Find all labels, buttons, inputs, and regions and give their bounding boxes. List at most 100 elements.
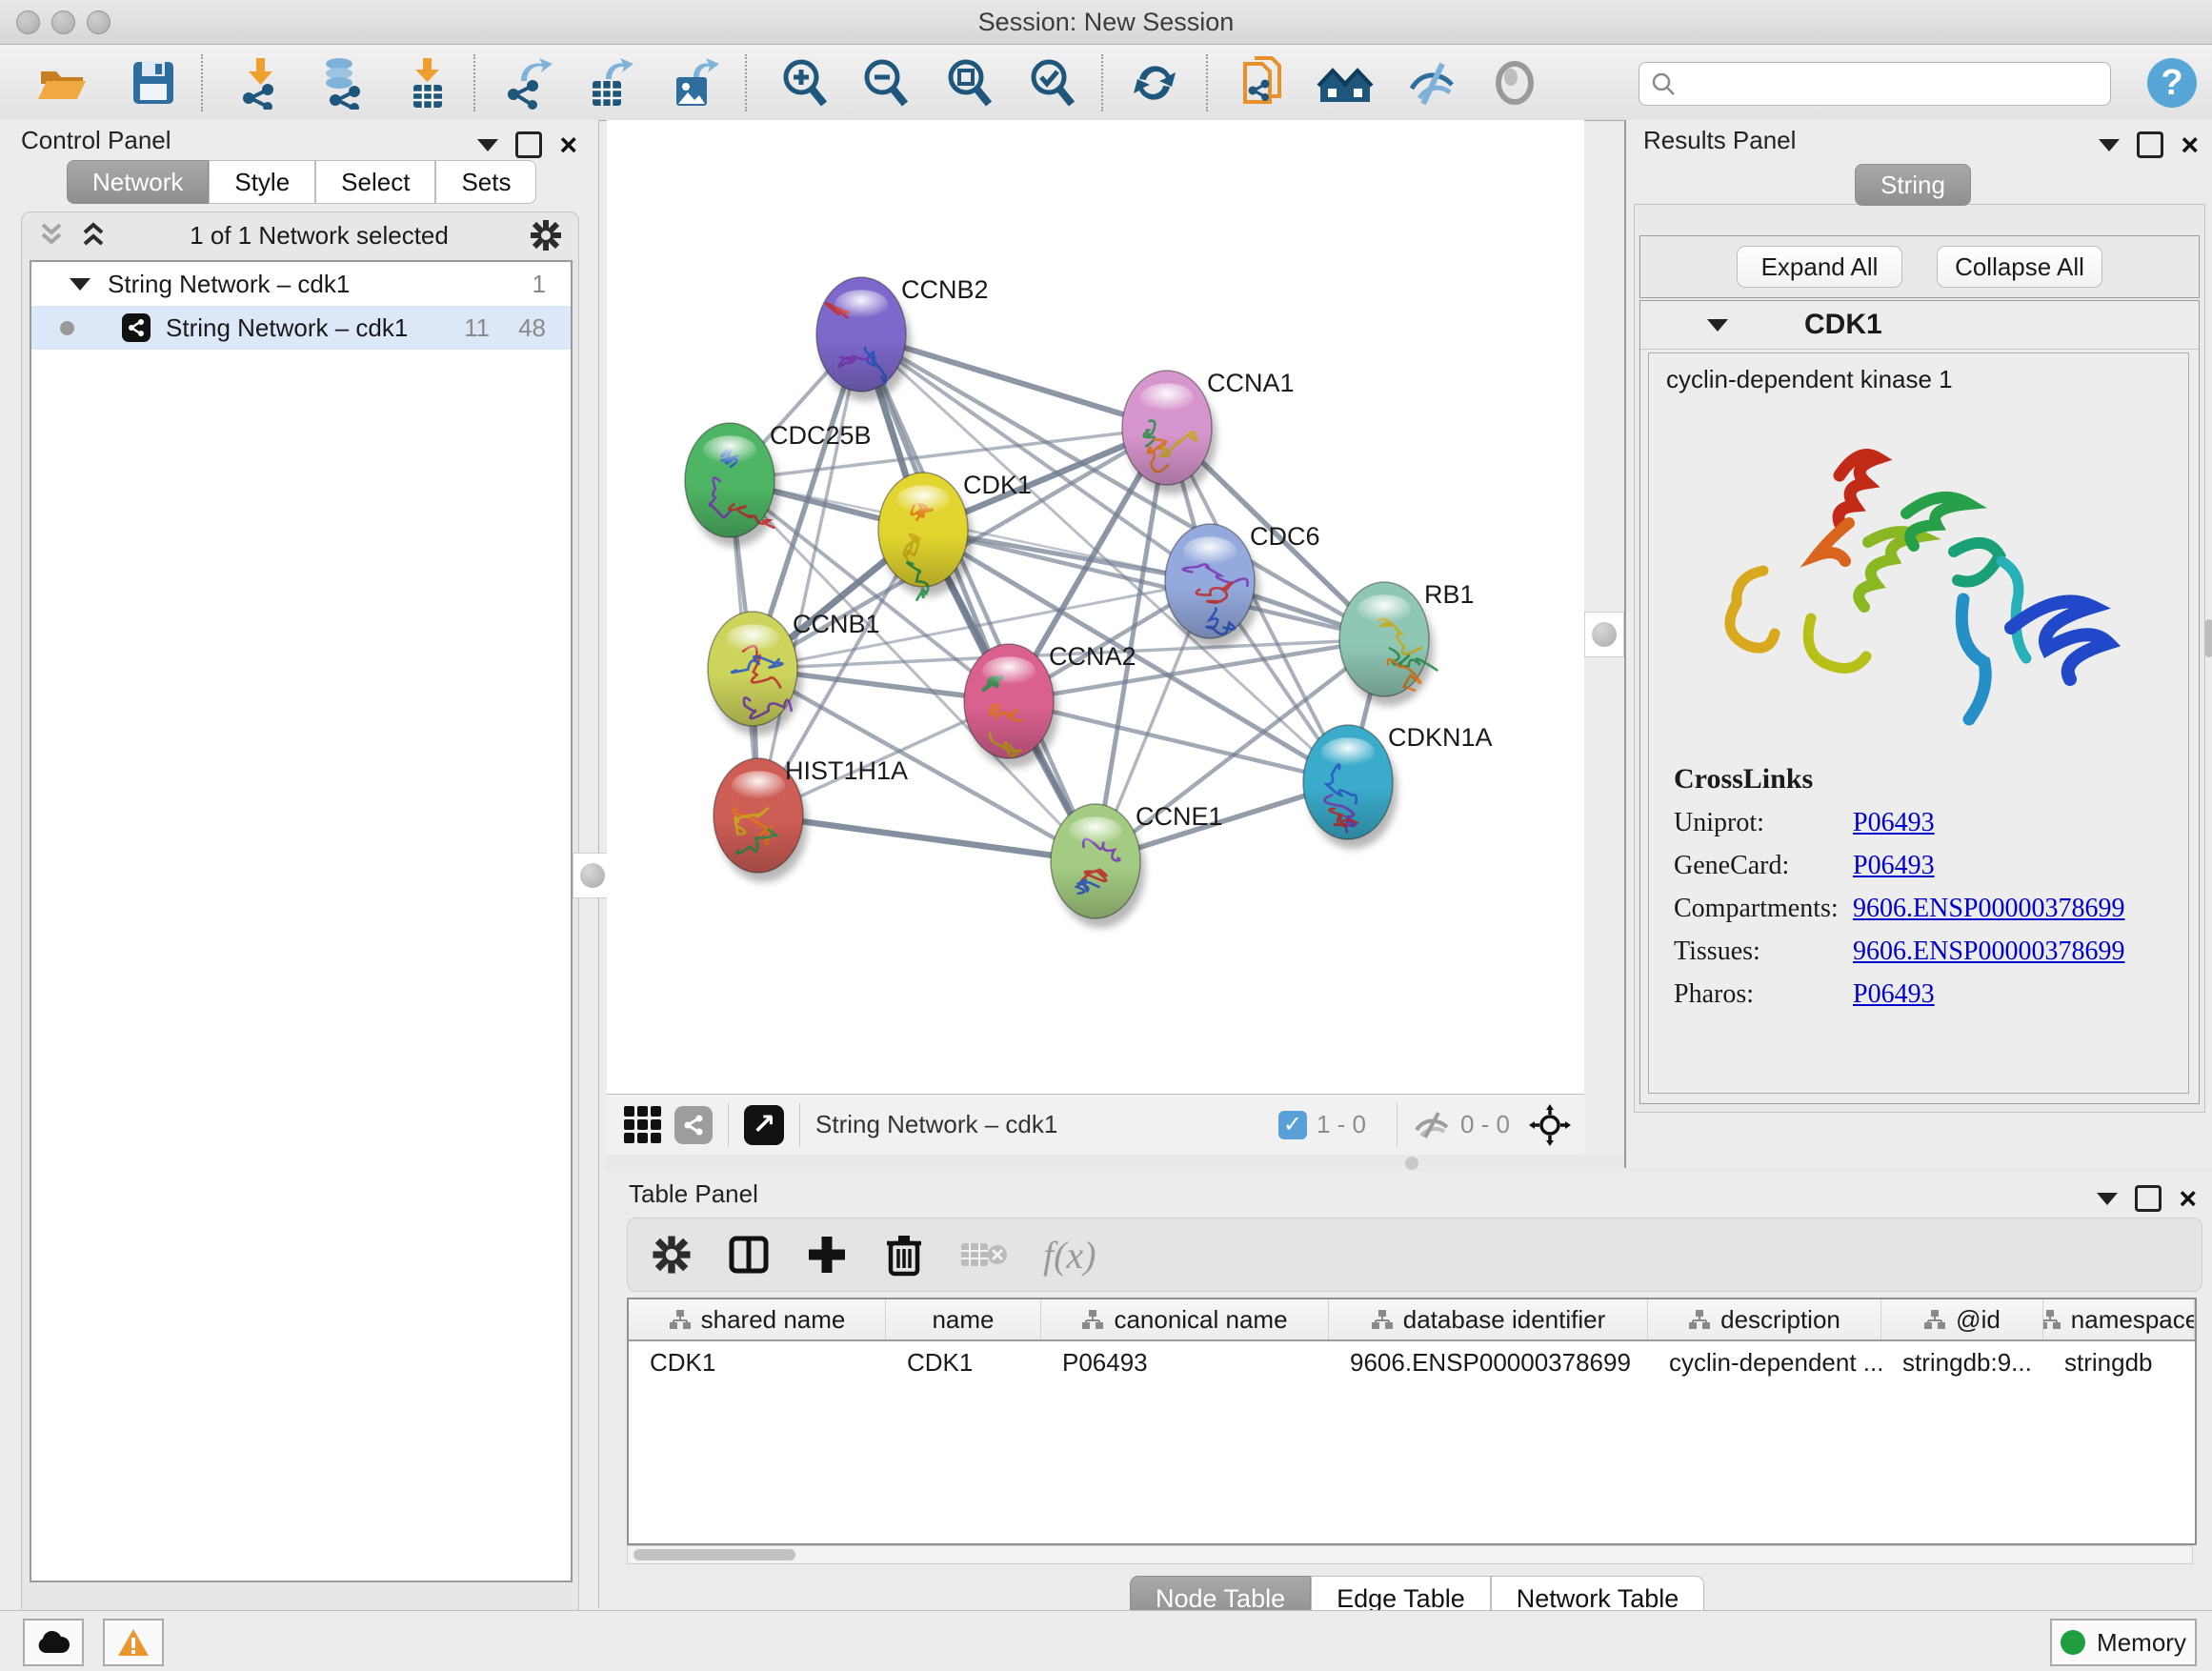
network-node-CCNA1[interactable]: CCNA1 [1122, 369, 1295, 494]
zoom-out-button[interactable] [853, 52, 919, 113]
tab-select[interactable]: Select [315, 160, 435, 204]
close-panel-icon[interactable]: × [2181, 134, 2199, 155]
export-image-button[interactable] [662, 52, 729, 113]
network-node-HIST1H1A[interactable]: HIST1H1A [714, 756, 908, 882]
crosslink-row: GeneCard:P06493 [1674, 851, 2124, 881]
export-table-button[interactable] [576, 52, 643, 113]
network-row[interactable]: String Network – cdk1 11 48 [31, 306, 571, 350]
panel-menu-icon[interactable] [477, 139, 498, 151]
table-cell[interactable]: CDK1 [886, 1348, 1041, 1378]
column-header-shared-name[interactable]: shared name [629, 1299, 886, 1339]
table-cell[interactable]: cyclin-dependent ... [1648, 1348, 1881, 1378]
table-gear-icon[interactable] [651, 1234, 693, 1276]
refresh-button[interactable] [1121, 52, 1188, 113]
table-cell[interactable]: P06493 [1041, 1348, 1329, 1378]
crosshair-icon[interactable] [1529, 1104, 1571, 1146]
export-network-button[interactable] [495, 52, 562, 113]
column-header-canonical-name[interactable]: canonical name [1041, 1299, 1329, 1339]
expand-all-button[interactable]: Expand All [1737, 246, 1902, 288]
results-scrollbar[interactable] [2205, 619, 2212, 657]
detach-view-icon[interactable]: ↗ [744, 1105, 784, 1145]
memory-status-icon [2061, 1630, 2085, 1655]
import-network-file-button[interactable] [229, 52, 295, 113]
network-node-CDC6[interactable]: CDC6 [1165, 522, 1320, 648]
import-table-button[interactable] [395, 52, 462, 113]
collapse-all-icon[interactable] [35, 221, 68, 250]
tab-sets[interactable]: Sets [435, 160, 536, 204]
crosslink-link[interactable]: 9606.ENSP00000378699 [1853, 936, 2124, 967]
network-node-CDKN1A[interactable]: CDKN1A [1303, 723, 1493, 849]
float-panel-icon[interactable] [2135, 1185, 2162, 1212]
panel-menu-icon[interactable] [2099, 139, 2120, 151]
network-edge[interactable] [758, 815, 1096, 861]
table-toolbar: f(x) [627, 1218, 2202, 1292]
table-cell[interactable]: stringdb [2043, 1348, 2195, 1378]
column-header-name[interactable]: name [886, 1299, 1041, 1339]
network-node-CCNB2[interactable]: CCNB2 [816, 275, 989, 401]
network-node-CCNA2[interactable]: CCNA2 [964, 642, 1136, 768]
show-columns-icon[interactable] [727, 1233, 771, 1277]
collapse-all-button[interactable]: Collapse All [1937, 246, 2102, 288]
float-panel-icon[interactable] [515, 131, 542, 158]
crosslink-link[interactable]: P06493 [1853, 979, 1935, 1010]
hide-unhide-button[interactable] [1399, 52, 1466, 113]
scrollbar-thumb[interactable] [633, 1549, 795, 1560]
zoom-selected-button[interactable] [1019, 52, 1086, 113]
selected-checkbox-icon[interactable]: ✓ [1278, 1111, 1307, 1139]
network-node-CCNB1[interactable]: CCNB1 [708, 610, 880, 735]
string-home-button[interactable] [1312, 52, 1378, 113]
column-header--id[interactable]: @id [1881, 1299, 2043, 1339]
close-panel-icon[interactable]: × [559, 134, 577, 155]
collection-expand-icon[interactable] [70, 278, 90, 291]
collapse-card-icon[interactable] [1707, 319, 1728, 332]
network-node-CCNE1[interactable]: CCNE1 [1051, 802, 1223, 928]
import-network-database-button[interactable] [310, 52, 376, 113]
tab-style[interactable]: Style [209, 160, 315, 204]
network-collection-row[interactable]: String Network – cdk1 1 [31, 262, 571, 306]
zoom-in-button[interactable] [772, 52, 838, 113]
right-splitter-handle[interactable] [1584, 612, 1624, 657]
add-icon[interactable] [805, 1233, 849, 1277]
expand-all-icon[interactable] [77, 221, 110, 250]
table-row[interactable]: CDK1CDK1P064939606.ENSP00000378699cyclin… [629, 1341, 2195, 1383]
table-cell[interactable]: stringdb:9... [1881, 1348, 2043, 1378]
network-node-CDC25B[interactable]: CDC25B [685, 421, 872, 547]
float-panel-icon[interactable] [2137, 131, 2163, 158]
column-header-database-identifier[interactable]: database identifier [1329, 1299, 1648, 1339]
table-horizontal-scrollbar[interactable] [627, 1545, 2193, 1564]
network-edge[interactable] [1009, 701, 1348, 782]
zoom-selected-icon [1026, 56, 1079, 110]
close-panel-icon[interactable]: × [2179, 1188, 2197, 1209]
table-cell[interactable]: 9606.ENSP00000378699 [1329, 1348, 1648, 1378]
network-edge[interactable] [758, 334, 861, 815]
zoom-fit-button[interactable] [936, 52, 1003, 113]
cloud-button[interactable] [23, 1619, 84, 1666]
network-canvas[interactable]: CCNB2CCNA1CDC25BCDK1CDC6RB1CCNB1CCNA2CDK… [607, 120, 1584, 1094]
show-all-button[interactable] [1481, 52, 1548, 113]
gear-icon[interactable] [529, 218, 563, 252]
node-label: CCNB1 [793, 610, 880, 638]
tab-network[interactable]: Network [67, 160, 209, 204]
protein-card-header[interactable]: CDK1 [1640, 301, 2199, 350]
column-header-namespace[interactable]: namespace [2043, 1299, 2195, 1339]
warnings-button[interactable] [103, 1619, 164, 1666]
save-session-button[interactable] [119, 52, 186, 113]
table-cell[interactable]: CDK1 [629, 1348, 886, 1378]
delete-icon[interactable] [883, 1232, 925, 1278]
crosslink-link[interactable]: P06493 [1853, 808, 1935, 838]
tab-string[interactable]: String [1855, 164, 1971, 206]
panel-menu-icon[interactable] [2097, 1193, 2118, 1205]
search-input[interactable] [1676, 66, 2110, 102]
search-field[interactable] [1639, 62, 2111, 106]
birds-eye-view-icon[interactable] [624, 1106, 661, 1143]
crosslink-link[interactable]: P06493 [1853, 851, 1935, 881]
network-node-RB1[interactable]: RB1 [1339, 580, 1475, 706]
help-button[interactable]: ? [2139, 52, 2205, 113]
column-header-description[interactable]: description [1648, 1299, 1881, 1339]
network-overview-icon[interactable] [674, 1106, 713, 1144]
crosslink-link[interactable]: 9606.ENSP00000378699 [1853, 894, 2124, 924]
open-session-button[interactable] [29, 52, 95, 113]
warning-icon [117, 1628, 150, 1657]
memory-button[interactable]: Memory [2050, 1619, 2197, 1666]
share-document-button[interactable] [1231, 52, 1297, 113]
